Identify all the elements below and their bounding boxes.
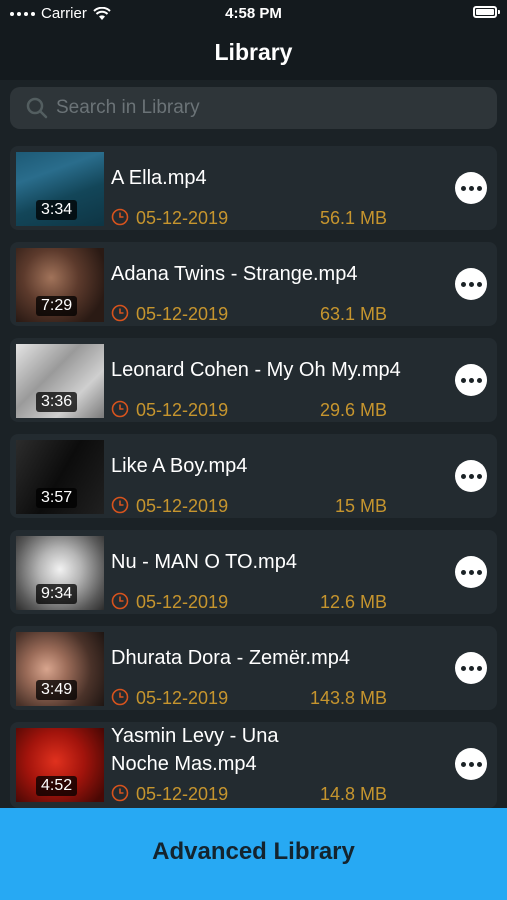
list-item[interactable]: 9:34 Nu - MAN O TO.mp4 05-12-2019 12.6 M…	[10, 530, 497, 614]
item-size: 15 MB	[334, 496, 387, 516]
clock-icon	[111, 688, 129, 706]
item-date: 05-12-2019	[136, 400, 229, 420]
more-options-button[interactable]	[455, 364, 487, 396]
item-date: 05-12-2019	[136, 208, 229, 228]
more-options-button[interactable]	[455, 556, 487, 588]
search-icon	[26, 97, 48, 119]
duration-label: 3:49	[36, 680, 78, 700]
item-title: Dhurata Dora - Zemër.mp4	[111, 647, 350, 669]
item-size: 12.6 MB	[319, 592, 387, 612]
video-thumbnail: 9:34	[16, 536, 104, 610]
duration-label: 3:57	[36, 488, 78, 508]
duration-label: 3:36	[36, 392, 78, 412]
item-title: Adana Twins - Strange.mp4	[111, 263, 358, 285]
more-options-button[interactable]	[455, 652, 487, 684]
duration-label: 3:34	[36, 200, 78, 220]
video-thumbnail: 3:36	[16, 344, 104, 418]
item-date: 05-12-2019	[136, 784, 229, 804]
search-area: Search in Library	[0, 80, 507, 136]
battery-icon	[473, 6, 500, 18]
clock-icon	[111, 496, 129, 514]
search-placeholder: Search in Library	[56, 97, 200, 118]
list-item[interactable]: 3:49 Dhurata Dora - Zemër.mp4 05-12-2019…	[10, 626, 497, 710]
clock-icon	[111, 784, 129, 802]
clock-icon	[111, 400, 129, 418]
item-title: Like A Boy.mp4	[111, 455, 248, 477]
item-size: 29.6 MB	[319, 400, 387, 420]
advanced-library-label: Advanced Library	[152, 838, 355, 865]
item-size: 14.8 MB	[319, 784, 387, 804]
more-options-button[interactable]	[455, 268, 487, 300]
video-thumbnail: 3:34	[16, 152, 104, 226]
more-options-button[interactable]	[455, 748, 487, 780]
status-bar: Carrier 4:58 PM	[0, 0, 507, 28]
clock-icon	[111, 304, 129, 322]
item-title: Leonard Cohen - My Oh My.mp4	[111, 359, 401, 381]
item-title-line2: Noche Mas.mp4	[111, 753, 257, 775]
list-item[interactable]: 3:34 A Ella.mp4 05-12-2019 56.1 MB	[10, 146, 497, 230]
item-title: Nu - MAN O TO.mp4	[111, 551, 297, 573]
nav-bar: Library	[0, 28, 507, 80]
list-item[interactable]: 7:29 Adana Twins - Strange.mp4 05-12-201…	[10, 242, 497, 326]
clock-icon	[111, 208, 129, 226]
item-title: Yasmin Levy - Una Noche Mas.mp4	[111, 722, 278, 778]
video-thumbnail: 3:57	[16, 440, 104, 514]
duration-label: 9:34	[36, 584, 78, 604]
video-thumbnail: 3:49	[16, 632, 104, 706]
video-thumbnail: 4:52	[16, 728, 104, 802]
clock-icon	[111, 592, 129, 610]
advanced-library-button[interactable]: Advanced Library	[0, 808, 507, 900]
list-item[interactable]: 3:57 Like A Boy.mp4 05-12-2019 15 MB	[10, 434, 497, 518]
item-date: 05-12-2019	[136, 304, 229, 324]
item-size: 63.1 MB	[319, 304, 387, 324]
more-options-button[interactable]	[455, 172, 487, 204]
item-title-line1: Yasmin Levy - Una	[111, 725, 279, 747]
duration-label: 7:29	[36, 296, 78, 316]
video-thumbnail: 7:29	[16, 248, 104, 322]
status-time: 4:58 PM	[225, 5, 282, 22]
item-date: 05-12-2019	[136, 496, 229, 516]
item-date: 05-12-2019	[136, 592, 229, 612]
item-date: 05-12-2019	[136, 688, 229, 708]
item-size: 143.8 MB	[309, 688, 387, 708]
search-input[interactable]: Search in Library	[10, 87, 497, 129]
duration-label: 4:52	[36, 776, 78, 796]
list-item[interactable]: 4:52 Yasmin Levy - Una Noche Mas.mp4 05-…	[10, 722, 497, 808]
item-size: 56.1 MB	[319, 208, 387, 228]
item-title: A Ella.mp4	[111, 167, 207, 189]
page-title: Library	[214, 39, 293, 65]
more-options-button[interactable]	[455, 460, 487, 492]
list-item[interactable]: 3:36 Leonard Cohen - My Oh My.mp4 05-12-…	[10, 338, 497, 422]
